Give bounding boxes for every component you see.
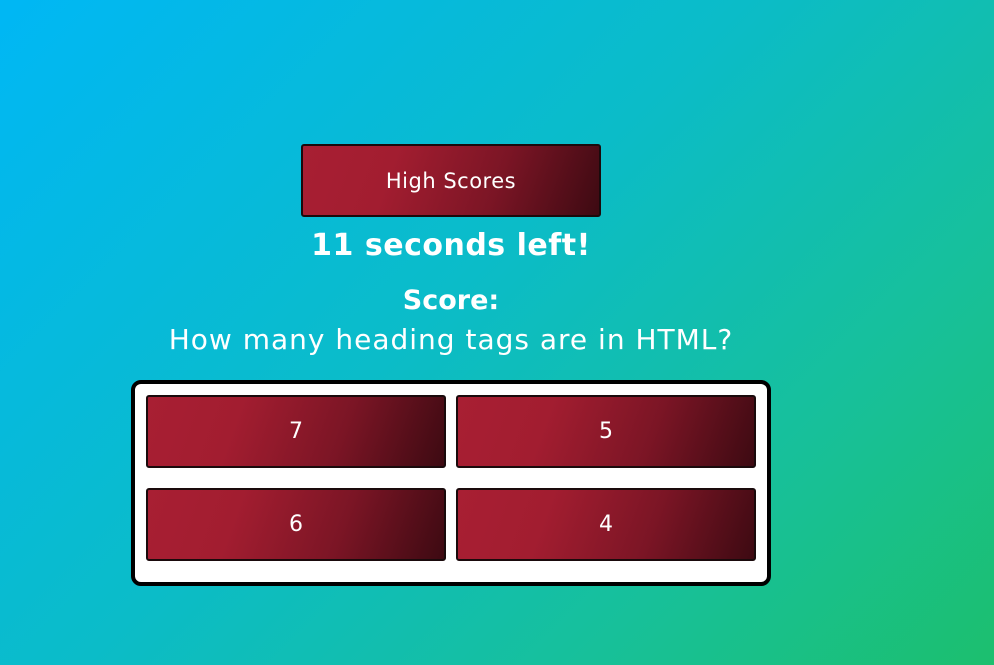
quiz-page: { "header": { "high_scores_label": "High…	[0, 0, 994, 665]
answer-button[interactable]: 6	[146, 488, 446, 561]
question-text: How many heading tags are in HTML?	[168, 323, 734, 356]
answer-button[interactable]: 5	[456, 395, 756, 468]
high-scores-button[interactable]: High Scores	[301, 144, 601, 217]
answer-button[interactable]: 7	[146, 395, 446, 468]
timer-text: 11 seconds left!	[311, 228, 591, 263]
answers-panel: 7 5 6 4	[131, 380, 771, 586]
score-label: Score:	[402, 285, 500, 316]
answer-button[interactable]: 4	[456, 488, 756, 561]
